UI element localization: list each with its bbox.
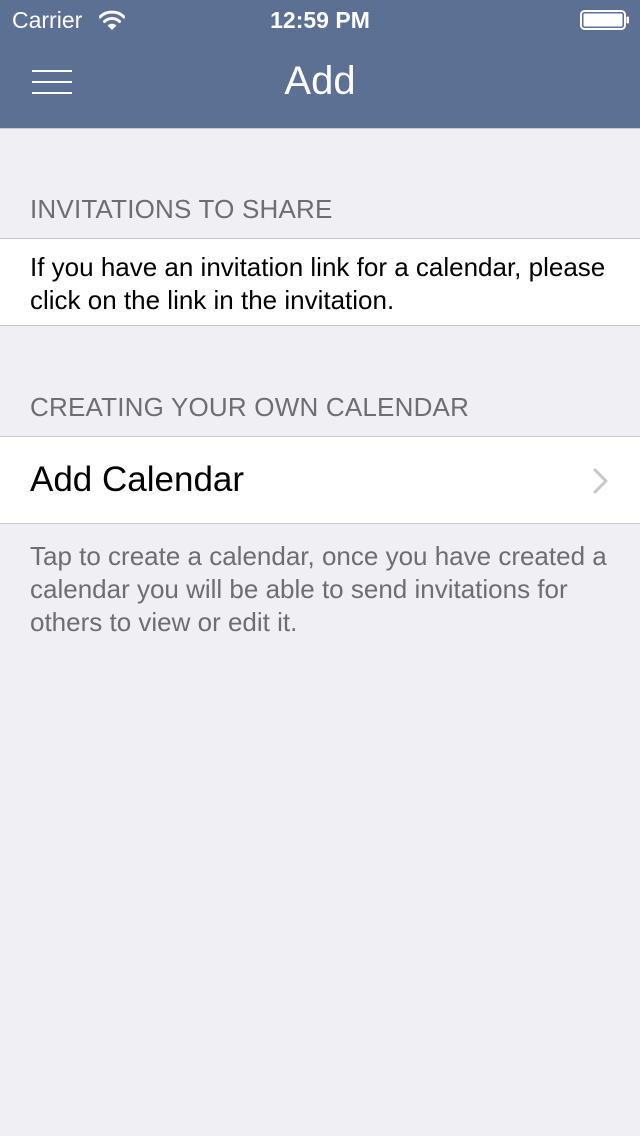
status-time: 12:59 PM bbox=[270, 7, 370, 33]
add-calendar-row[interactable]: Add Calendar bbox=[0, 436, 640, 524]
add-calendar-footer: Tap to create a calendar, once you have … bbox=[30, 541, 607, 637]
nav-divider bbox=[0, 128, 640, 129]
page-title: Add bbox=[284, 59, 356, 103]
navigation-bar: Add bbox=[0, 40, 640, 128]
status-bar: Carrier 12:59 PM bbox=[0, 0, 640, 40]
section-header-invitations: INVITATIONS TO SHARE bbox=[30, 194, 333, 224]
invitation-info-text: If you have an invitation link for a cal… bbox=[30, 252, 606, 315]
battery-icon bbox=[580, 10, 629, 30]
invitation-info-cell: If you have an invitation link for a cal… bbox=[0, 238, 640, 326]
chevron-right-icon bbox=[593, 468, 608, 494]
add-calendar-label: Add Calendar bbox=[30, 460, 245, 499]
section-header-own-calendar: CREATING YOUR OWN CALENDAR bbox=[30, 392, 470, 422]
